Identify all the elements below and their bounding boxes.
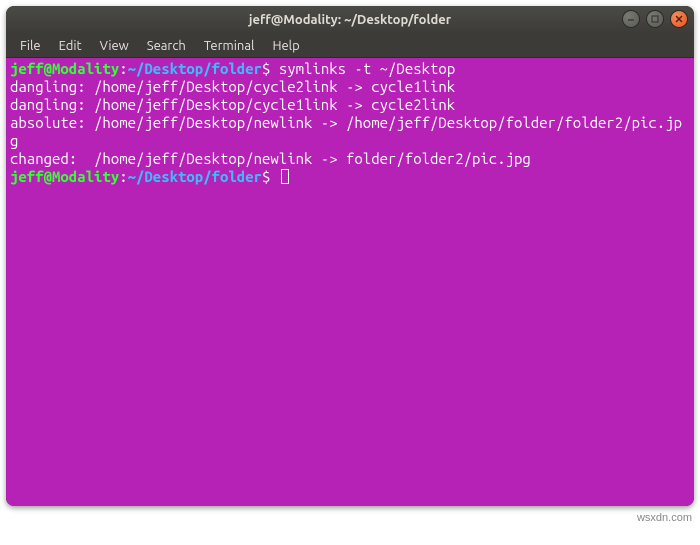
output-line: dangling: /home/jeff/Desktop/cycle2link … <box>10 78 455 95</box>
menu-help[interactable]: Help <box>264 37 307 55</box>
menu-edit[interactable]: Edit <box>51 37 90 55</box>
menu-search[interactable]: Search <box>139 37 194 55</box>
prompt-user: jeff@Modality <box>10 168 119 185</box>
prompt-path: ~/Desktop/folder <box>128 60 262 77</box>
menu-view[interactable]: View <box>92 37 137 55</box>
titlebar: jeff@Modality: ~/Desktop/folder <box>6 6 694 34</box>
menu-terminal[interactable]: Terminal <box>196 37 263 55</box>
command-text: symlinks -t ~/Desktop <box>279 60 455 77</box>
menubar: File Edit View Search Terminal Help <box>6 34 694 58</box>
prompt-colon: : <box>119 60 127 77</box>
maximize-icon <box>650 14 660 24</box>
menu-file[interactable]: File <box>12 37 49 55</box>
output-line: absolute: /home/jeff/Desktop/newlink -> … <box>10 114 682 149</box>
terminal-area[interactable]: jeff@Modality:~/Desktop/folder$ symlinks… <box>6 58 694 506</box>
window-title: jeff@Modality: ~/Desktop/folder <box>249 13 451 27</box>
minimize-icon <box>626 14 636 24</box>
close-icon <box>674 14 684 24</box>
close-button[interactable] <box>670 10 688 28</box>
prompt-user: jeff@Modality <box>10 60 119 77</box>
maximize-button[interactable] <box>646 10 664 28</box>
prompt-symbol: $ <box>262 60 270 77</box>
output-line: dangling: /home/jeff/Desktop/cycle1link … <box>10 96 455 113</box>
cursor <box>281 169 289 184</box>
prompt-symbol: $ <box>262 168 270 185</box>
watermark: wsxdn.com <box>637 512 692 524</box>
terminal-window: jeff@Modality: ~/Desktop/folder File Edi… <box>6 6 694 506</box>
prompt-colon: : <box>119 168 127 185</box>
window-controls <box>622 10 688 28</box>
prompt-path: ~/Desktop/folder <box>128 168 262 185</box>
minimize-button[interactable] <box>622 10 640 28</box>
output-line: changed: /home/jeff/Desktop/newlink -> f… <box>10 150 531 167</box>
